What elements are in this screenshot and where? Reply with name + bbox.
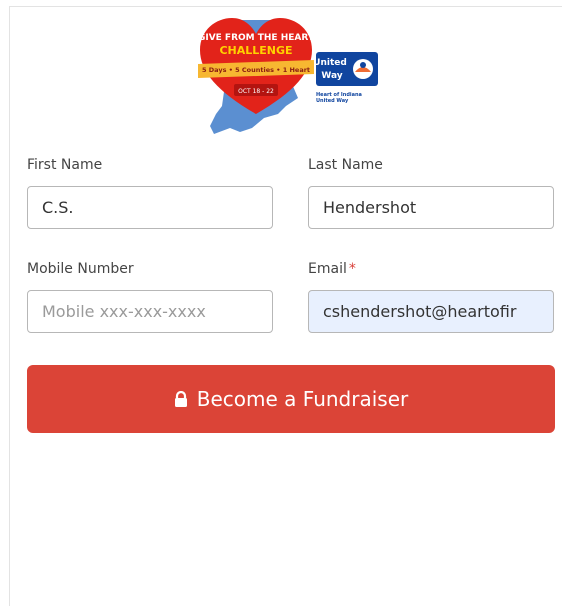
required-asterisk: * [348,261,356,277]
lock-icon [174,390,188,408]
mobile-number-input[interactable] [27,290,273,333]
first-name-input[interactable] [27,186,273,229]
united-way-org-line2: United Way [316,98,349,104]
dates-text: OCT 18 - 22 [238,88,274,95]
challenge-logo: GIVE FROM THE HEART CHALLENGE 5 Days • 5… [196,14,396,136]
united-way-line1: United [313,58,347,68]
ribbon-text: 5 Days • 5 Counties • 1 Heart [202,66,310,74]
first-name-label: First Name [27,157,103,173]
heart-title-line1: GIVE FROM THE HEART [198,33,315,43]
united-way-person [360,62,366,68]
become-fundraiser-label: Become a Fundraiser [196,387,409,411]
last-name-label: Last Name [308,157,383,173]
united-way-line2: Way [321,71,342,81]
mobile-number-label: Mobile Number [27,261,134,277]
last-name-input[interactable] [308,186,554,229]
email-input[interactable] [308,290,554,333]
heart-title-line2: CHALLENGE [219,44,292,57]
email-label: Email [308,261,347,277]
email-label-group: Email * [308,261,356,277]
logo-graphic: GIVE FROM THE HEART CHALLENGE 5 Days • 5… [198,18,378,134]
become-fundraiser-button[interactable]: Become a Fundraiser [27,365,555,433]
